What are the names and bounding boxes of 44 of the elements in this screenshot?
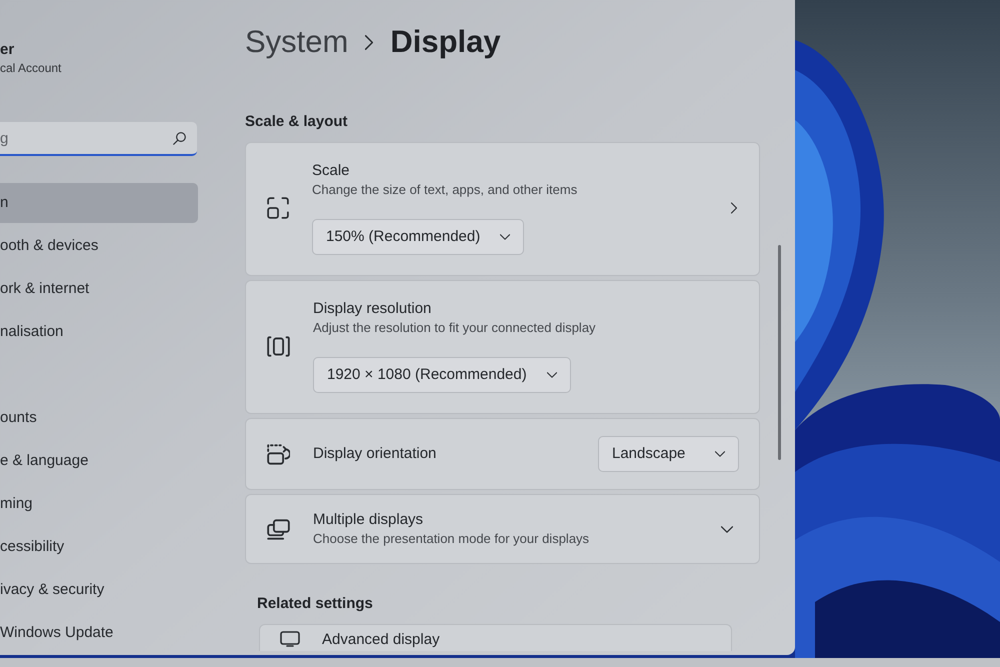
chevron-right-icon: [731, 202, 737, 214]
page-title: Display: [390, 23, 501, 61]
section-heading: Scale & layout: [245, 112, 349, 132]
section-heading: Related settings: [257, 594, 374, 614]
setting-title: Multiple displays: [313, 510, 424, 530]
sidebar-item[interactable]: Windows Update: [0, 613, 198, 653]
dropdown[interactable]: Landscape: [598, 436, 739, 472]
search-icon: [173, 132, 186, 145]
setting-description: Adjust the resolution to fit your connected display: [313, 319, 596, 337]
sidebar-item[interactable]: ooth & devices: [0, 226, 198, 266]
setting-title: Display resolution: [313, 299, 432, 319]
setting-title: Scale: [312, 161, 350, 181]
sidebar-item[interactable]: ork & internet: [0, 269, 198, 309]
setting-description: Choose the presentation mode for your displays: [313, 530, 590, 548]
search-field[interactable]: g: [0, 122, 197, 156]
sidebar-item[interactable]: ming: [0, 484, 198, 524]
setting-description: Change the size of text, apps, and other items: [312, 181, 578, 199]
setting-title: Advanced display: [322, 631, 440, 649]
dropdown[interactable]: 150% (Recommended): [312, 219, 524, 255]
sidebar-item[interactable]: e & language: [0, 441, 198, 481]
account-type: cal Account: [0, 60, 62, 76]
sidebar-item[interactable]: cessibility: [0, 527, 198, 567]
user-name: er: [0, 40, 16, 60]
setting-card[interactable]: Scale Change the size of text, apps, and other items 150% (Recommended): [245, 142, 760, 276]
chevron-down-icon: [500, 234, 510, 240]
chevron-down-icon: [715, 451, 725, 457]
related-setting-card[interactable]: Advanced display: [259, 624, 732, 651]
scrollbar-thumb[interactable]: [778, 245, 781, 460]
chevron-down-icon: [721, 526, 733, 532]
monitor-icon: [280, 631, 300, 647]
sidebar-item[interactable]: n: [0, 183, 198, 223]
sidebar-item[interactable]: ounts: [0, 398, 198, 438]
scale-icon: [267, 197, 289, 219]
chevron-down-icon: [546, 372, 557, 378]
orientation-icon: [267, 444, 290, 464]
sidebar-item[interactable]: ivacy & security: [0, 570, 198, 610]
sidebar-item[interactable]: nalisation: [0, 312, 198, 352]
chevron-right-icon: [365, 34, 374, 50]
multiple-displays-icon: [267, 518, 290, 540]
dropdown[interactable]: 1920 × 1080 (Recommended): [313, 357, 571, 393]
setting-card[interactable]: Multiple displays Choose the presentation mode for your displays: [245, 494, 760, 564]
breadcrumb-link[interactable]: System: [245, 20, 348, 64]
setting-title: Display orientation: [313, 444, 436, 464]
resolution-icon: [267, 336, 290, 356]
